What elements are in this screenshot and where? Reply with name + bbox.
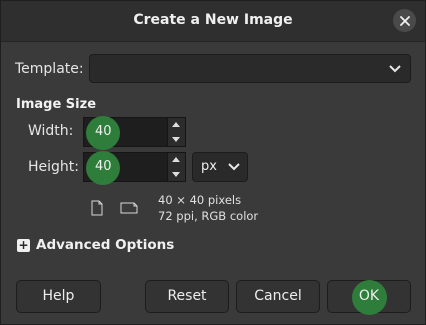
increment-icon[interactable]: [172, 157, 180, 162]
width-label: Width:: [28, 123, 74, 139]
chevron-down-icon: [228, 163, 240, 171]
portrait-icon[interactable]: [90, 200, 104, 216]
template-dropdown[interactable]: [89, 54, 411, 83]
advanced-options-label: Advanced Options: [36, 237, 175, 253]
unit-value: px: [201, 159, 217, 174]
cancel-button[interactable]: Cancel: [236, 280, 320, 313]
width-stepper[interactable]: [167, 118, 185, 146]
height-value: 40: [95, 159, 112, 174]
dialog-title: Create a New Image: [133, 12, 293, 28]
decrement-icon[interactable]: [172, 137, 180, 142]
reset-button[interactable]: Reset: [145, 280, 229, 313]
width-spinbox[interactable]: 40: [83, 116, 186, 150]
unit-dropdown[interactable]: px: [192, 152, 248, 182]
height-stepper[interactable]: [167, 153, 185, 181]
close-button[interactable]: [393, 9, 416, 32]
create-image-dialog: Create a New Image Template: Image Size …: [0, 0, 426, 325]
resolution-text: 72 ppi, RGB color: [158, 209, 259, 223]
chevron-down-icon: [389, 65, 401, 73]
image-size-heading: Image Size: [16, 97, 97, 112]
ok-button[interactable]: OK: [327, 280, 411, 315]
decrement-icon[interactable]: [172, 172, 180, 177]
increment-icon[interactable]: [172, 122, 180, 127]
height-label: Height:: [28, 159, 79, 175]
title-bar: Create a New Image: [1, 1, 425, 42]
help-button[interactable]: Help: [16, 280, 101, 313]
ok-label: OK: [358, 288, 380, 304]
height-spinbox[interactable]: 40: [83, 151, 186, 185]
close-icon: [399, 15, 410, 26]
dimensions-text: 40 × 40 pixels: [158, 193, 242, 207]
advanced-options-expander[interactable]: + Advanced Options: [17, 237, 174, 253]
width-value: 40: [95, 124, 112, 139]
landscape-icon[interactable]: [120, 200, 138, 216]
expand-plus-icon: +: [17, 237, 30, 252]
template-label: Template:: [15, 61, 84, 77]
